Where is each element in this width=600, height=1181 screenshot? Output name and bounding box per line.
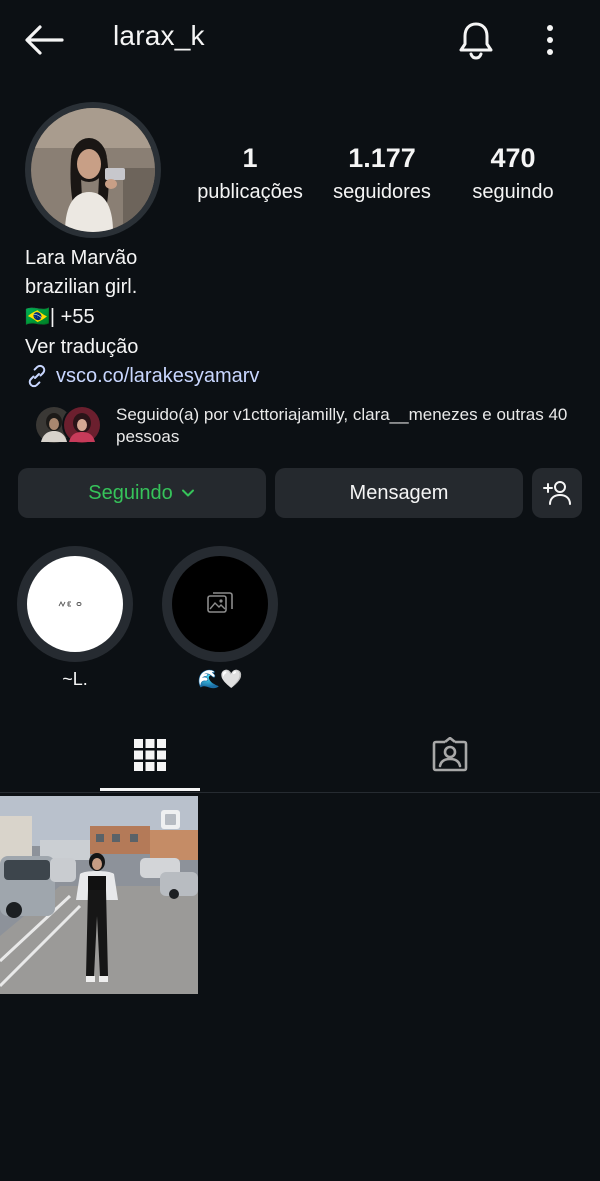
bio-link[interactable]: vsco.co/larakesyamarv [25,363,259,389]
tab-posts-grid[interactable] [100,730,200,780]
back-button[interactable] [22,22,66,58]
back-arrow-icon [25,25,64,55]
chevron-down-icon [181,489,194,497]
stat-following-label: seguindo [472,181,554,203]
stat-posts[interactable]: 1 publicações [180,142,320,206]
notifications-button[interactable] [457,20,495,60]
profile-username: larax_k [113,20,205,51]
bell-icon [459,22,493,60]
bio-text-line-2: 🇧🇷| +55 [25,306,95,328]
bio-link-text: vsco.co/larakesyamarv [56,365,260,387]
bio-text-line-1: brazilian girl. [25,276,138,298]
avatar-photo [31,108,155,232]
bio-name: Lara Marvão [25,247,138,269]
suggest-people-button[interactable] [532,468,582,518]
stat-followers[interactable]: 1.177 seguidores [312,142,452,206]
tabs-divider [0,792,600,793]
highlight-1-label: ~L. [62,669,88,689]
highlight-1-cover [27,556,123,652]
followed-by-avatars[interactable] [33,404,103,446]
add-person-icon [543,481,571,505]
stat-posts-label: publicações [197,181,303,203]
message-button[interactable]: Mensagem [275,468,523,518]
stat-following[interactable]: 470 seguindo [443,142,583,206]
post-thumbnail[interactable] [0,796,198,994]
followed-by-text[interactable]: Seguido(a) por v1cttoriajamilly, clara__… [116,404,586,448]
highlight-2-label: 🌊🤍 [197,669,243,689]
more-vertical-icon [547,25,553,55]
highlight-1[interactable] [17,546,133,662]
tagged-icon [432,737,468,772]
highlight-1-ring [17,546,133,662]
stat-followers-label: seguidores [333,181,431,203]
link-icon [28,364,46,388]
following-button-label: Seguindo [88,481,173,504]
highlight-2[interactable] [162,546,278,662]
stat-followers-value: 1.177 [348,143,416,173]
highlight-2-ring [162,546,278,662]
photo-stack-icon [207,592,233,613]
following-button[interactable]: Seguindo [18,468,266,518]
see-translation-link[interactable]: Ver tradução [25,334,138,360]
active-tab-indicator [100,788,200,791]
grid-icon [134,739,166,771]
stat-posts-value: 1 [242,143,258,173]
stat-following-value: 470 [490,143,536,173]
highlight-2-cover [172,556,268,652]
more-options-button[interactable] [536,22,564,58]
profile-avatar[interactable] [25,102,161,238]
tab-tagged[interactable] [400,730,500,780]
message-button-label: Mensagem [349,481,449,504]
